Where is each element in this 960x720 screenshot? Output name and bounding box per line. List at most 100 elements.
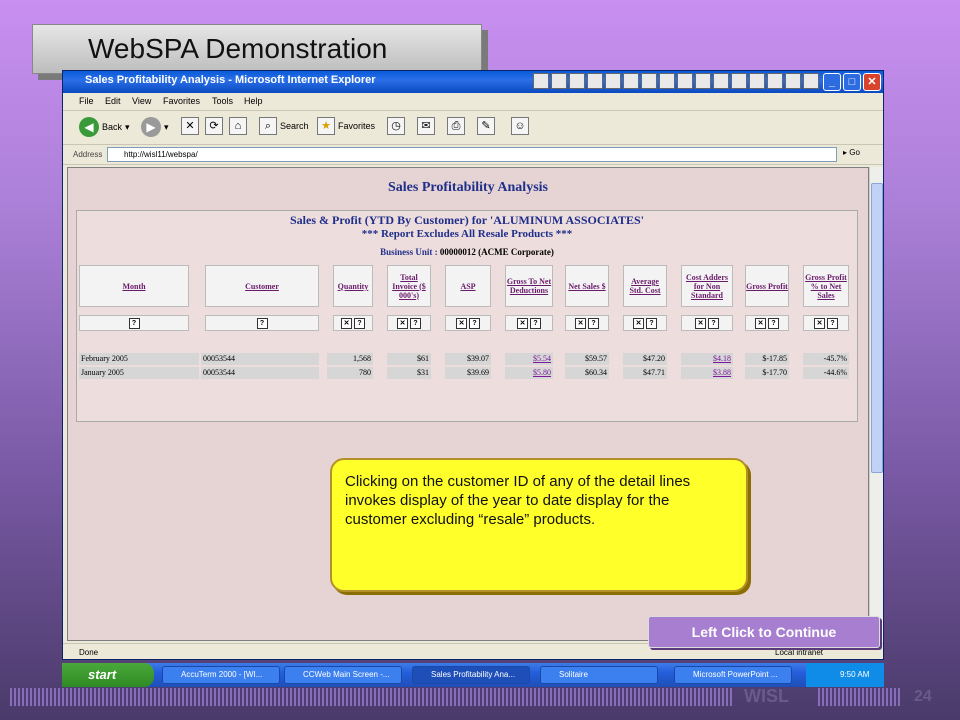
print-icon[interactable]: ⎙ [447,117,465,135]
customer-link[interactable]: 00053544 [201,367,319,379]
stop-icon[interactable]: ✕ [181,117,199,135]
col-header-month[interactable]: Month [79,265,189,307]
favorites-button[interactable]: ★ Favorites [317,117,375,135]
refresh-icon[interactable]: ⟳ [205,117,223,135]
help-icon[interactable]: ? [354,317,365,329]
col-header-avg-std-cost[interactable]: Average Std. Cost [623,265,667,307]
history-icon[interactable]: ◷ [387,117,405,135]
footer-stripes [818,688,902,706]
table-row: February 2005 00053544 1,568 $61 $39.07 … [77,353,859,365]
edit-icon[interactable]: ✎ [477,117,495,135]
help-icon[interactable]: ? [588,317,599,329]
menu-help[interactable]: Help [244,96,263,106]
task-powerpoint[interactable]: Microsoft PowerPoint ... [674,666,792,684]
col-header-gross-to-net[interactable]: Gross To Net Deductions [505,265,553,307]
scroll-thumb[interactable] [871,183,883,473]
col-header-total-invoice[interactable]: Total Invoice ($ 000's) [387,265,431,307]
app-icon[interactable] [623,73,639,89]
app-icon[interactable] [569,73,585,89]
cell-asp: $39.07 [445,353,491,365]
customer-link[interactable]: 00053544 [201,353,319,365]
minimize-icon[interactable]: _ [823,73,841,91]
col-header-net-sales[interactable]: Net Sales $ [565,265,609,307]
remove-icon[interactable]: ✕ [456,317,467,329]
menu-edit[interactable]: Edit [105,96,121,106]
col-header-gross-profit[interactable]: Gross Profit [745,265,789,307]
remove-icon[interactable]: ✕ [341,317,352,329]
messenger-icon[interactable]: ☺ [511,117,529,135]
menu-view[interactable]: View [132,96,151,106]
app-icon[interactable] [731,73,747,89]
cell-quantity: 1,568 [327,353,373,365]
back-button[interactable]: ◀ Back ▾ [79,117,130,137]
remove-icon[interactable]: ✕ [814,317,825,329]
help-icon[interactable]: ? [410,317,421,329]
col-header-gross-profit-pct[interactable]: Gross Profit % to Net Sales [803,265,849,307]
help-icon[interactable]: ? [128,317,140,329]
app-icon[interactable] [767,73,783,89]
help-icon[interactable]: ? [530,317,541,329]
menu-file[interactable]: File [79,96,94,106]
search-button[interactable]: ⌕ Search [259,117,309,135]
app-icon[interactable] [533,73,549,89]
app-icon[interactable] [551,73,567,89]
go-button[interactable]: ▸ Go [843,148,860,157]
app-icon[interactable] [803,73,819,89]
help-icon[interactable]: ? [469,317,480,329]
col-header-customer[interactable]: Customer [205,265,319,307]
search-icon: ⌕ [259,117,277,135]
app-icon[interactable] [695,73,711,89]
cell-cost-adders-link[interactable]: $3.88 [681,367,733,379]
page-heading: Sales Profitability Analysis [388,180,548,195]
continue-button[interactable]: Left Click to Continue [648,616,880,648]
address-input[interactable]: http://wisl11/webspa/ [107,147,837,162]
task-sales-profitability[interactable]: Sales Profitability Ana... [412,666,530,684]
help-icon[interactable]: ? [708,317,719,329]
help-icon[interactable]: ? [646,317,657,329]
window-titlebar[interactable]: Sales Profitability Analysis - Microsoft… [63,71,883,93]
address-bar: Address http://wisl11/webspa/ ▸ Go [63,145,883,165]
toolbar: ◀ Back ▾ ▶ ▾ ✕ ⟳ ⌂ ⌕ Search ★ Favorites … [63,111,883,145]
remove-icon[interactable]: ✕ [517,317,528,329]
task-accuterm[interactable]: AccuTerm 2000 - [WI... [162,666,280,684]
sort-cell-quantity: ✕? [333,315,373,331]
help-icon[interactable]: ? [768,317,779,329]
cell-gross-to-net-link[interactable]: $5.80 [505,367,553,379]
maximize-icon[interactable]: □ [843,73,861,91]
menu-tools[interactable]: Tools [212,96,233,106]
app-icon[interactable] [785,73,801,89]
status-zone: Local intranet [775,648,824,657]
col-header-quantity[interactable]: Quantity [333,265,373,307]
col-header-cost-adders[interactable]: Cost Adders for Non Standard [681,265,733,307]
task-solitaire[interactable]: Solitaire [540,666,658,684]
report-title: Sales & Profit (YTD By Customer) for 'AL… [290,213,644,227]
remove-icon[interactable]: ✕ [695,317,706,329]
col-header-asp[interactable]: ASP [445,265,491,307]
app-icon[interactable] [605,73,621,89]
help-icon[interactable]: ? [827,317,838,329]
start-button[interactable]: start [62,663,154,687]
remove-icon[interactable]: ✕ [575,317,586,329]
vertical-scrollbar[interactable] [869,167,883,641]
close-icon[interactable]: ✕ [863,73,881,91]
app-icon[interactable] [587,73,603,89]
remove-icon[interactable]: ✕ [755,317,766,329]
task-ccweb[interactable]: CCWeb Main Screen -... [284,666,402,684]
mail-icon[interactable]: ✉ [417,117,435,135]
menu-favorites[interactable]: Favorites [163,96,200,106]
app-icon[interactable] [713,73,729,89]
help-icon[interactable]: ? [256,317,268,329]
remove-icon[interactable]: ✕ [397,317,408,329]
forward-arrow-icon: ▶ [141,117,161,137]
app-icon[interactable] [659,73,675,89]
cell-gross-to-net-link[interactable]: $5.54 [505,353,553,365]
app-icon[interactable] [677,73,693,89]
cell-cost-adders-link[interactable]: $4.18 [681,353,733,365]
app-icon[interactable] [641,73,657,89]
app-icon[interactable] [749,73,765,89]
forward-button[interactable]: ▶ ▾ [141,117,169,137]
remove-icon[interactable]: ✕ [633,317,644,329]
home-icon[interactable]: ⌂ [229,117,247,135]
page-number: 24 [914,688,932,705]
business-unit: Business Unit : 00000012 (ACME Corporate… [380,247,554,257]
